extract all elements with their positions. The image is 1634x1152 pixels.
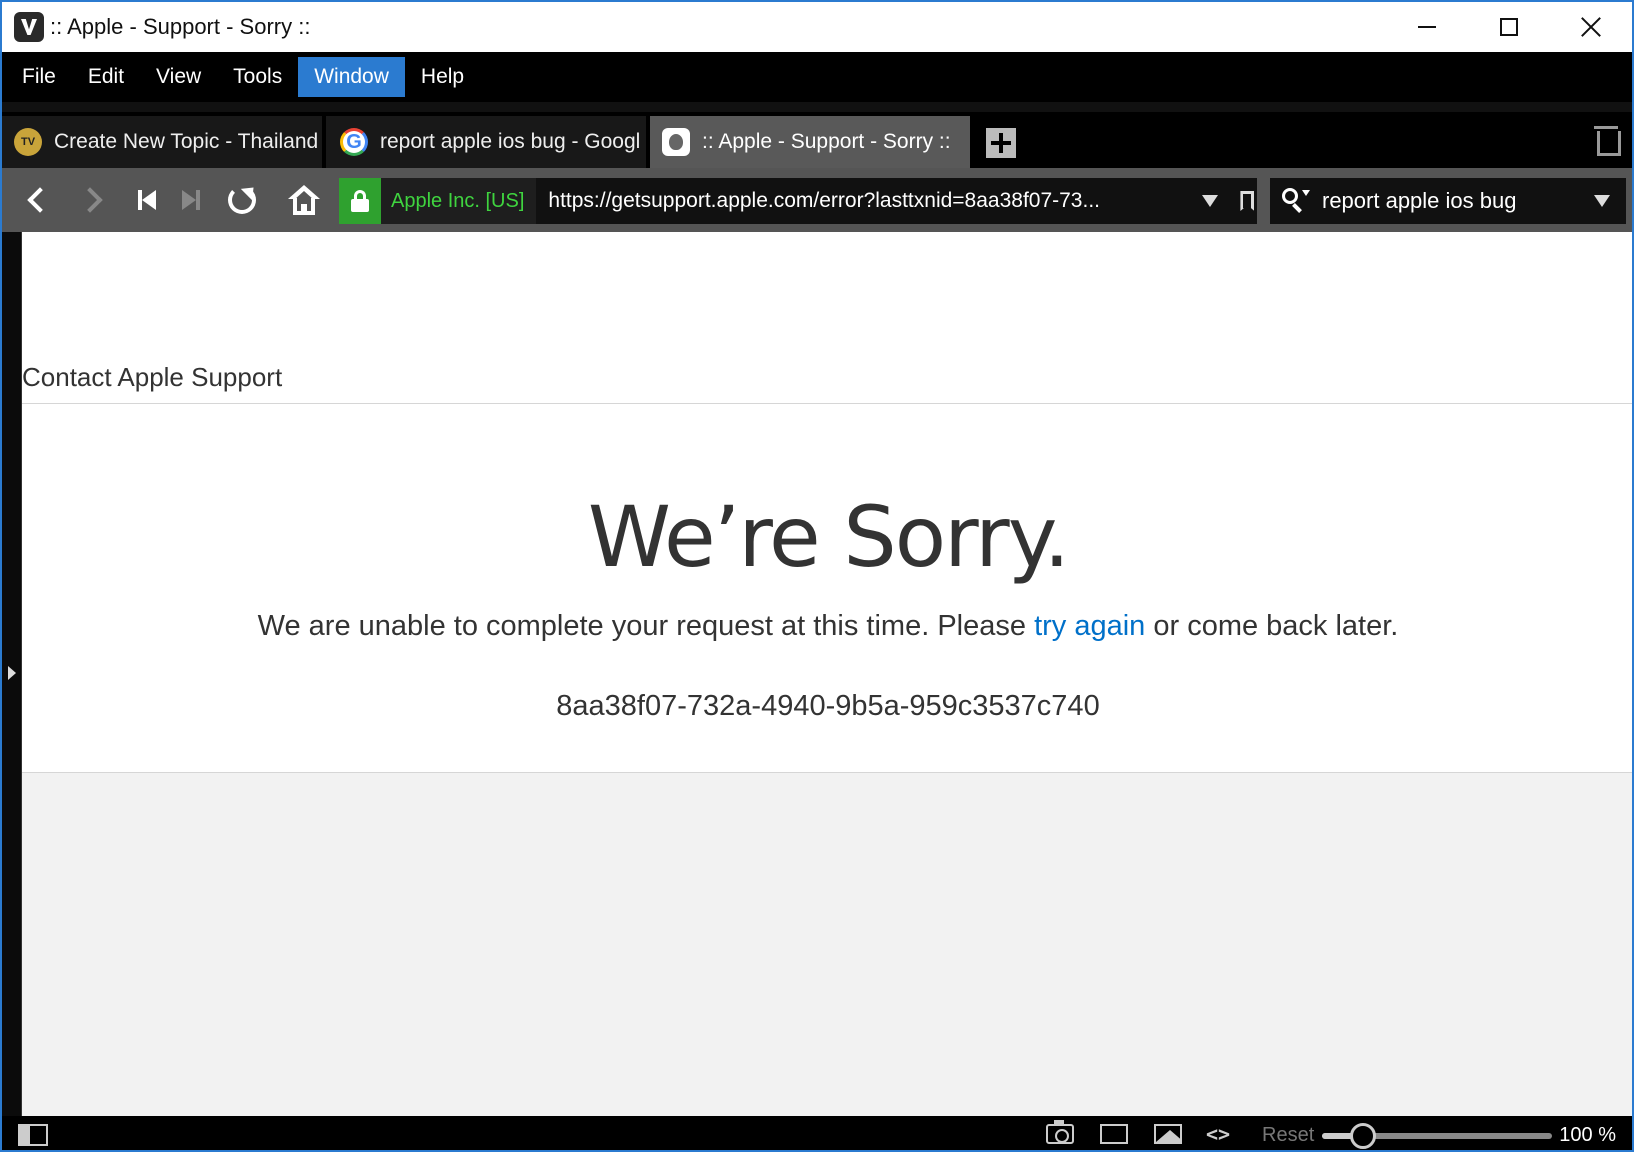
vivaldi-logo-icon[interactable] xyxy=(14,12,44,42)
search-input[interactable]: report apple ios bug xyxy=(1322,188,1594,214)
fast-forward-button[interactable] xyxy=(168,178,212,222)
minimize-button[interactable] xyxy=(1386,2,1468,52)
menu-file[interactable]: File xyxy=(6,57,72,97)
tab-label: :: Apple - Support - Sorry :: xyxy=(702,130,951,153)
tab-label: report apple ios bug - Googl xyxy=(380,130,641,153)
home-icon xyxy=(288,185,320,215)
reload-button[interactable] xyxy=(220,178,264,222)
close-button[interactable] xyxy=(1550,2,1632,52)
site-identity-badge[interactable]: Apple Inc. [US] xyxy=(339,178,537,224)
url-input[interactable]: https://getsupport.apple.com/error?lastt… xyxy=(548,189,1188,213)
rewind-button[interactable] xyxy=(126,178,170,222)
tab-google-search[interactable]: G report apple ios bug - Googl xyxy=(326,116,646,168)
menu-help[interactable]: Help xyxy=(405,57,480,97)
page-footer-area xyxy=(22,772,1632,1116)
maximize-icon xyxy=(1500,18,1518,36)
lock-icon xyxy=(339,178,381,224)
url-history-dropdown-icon[interactable] xyxy=(1202,195,1219,207)
address-bar[interactable]: Apple Inc. [US] https://getsupport.apple… xyxy=(339,178,1257,224)
side-panel-strip xyxy=(2,232,22,1116)
tab-bar: TV Create New Topic - Thailand G report … xyxy=(2,112,1632,168)
side-panel-expand-icon[interactable] xyxy=(8,666,16,680)
trash-icon[interactable] xyxy=(1594,124,1621,156)
search-dropdown-icon[interactable] xyxy=(1594,195,1610,207)
zoom-reset-button[interactable]: Reset xyxy=(1262,1124,1314,1147)
menu-window[interactable]: Window xyxy=(298,57,405,97)
panel-toggle-icon[interactable] xyxy=(18,1124,48,1146)
camera-icon[interactable] xyxy=(1046,1120,1074,1144)
maximize-button[interactable] xyxy=(1468,2,1550,52)
error-message: We are unable to complete your request a… xyxy=(22,610,1632,643)
message-text-after: or come back later. xyxy=(1145,610,1399,642)
apple-favicon-icon xyxy=(662,128,690,156)
thaivisa-favicon-icon: TV xyxy=(14,128,42,156)
window-title: :: Apple - Support - Sorry :: xyxy=(50,14,311,39)
title-bar: :: Apple - Support - Sorry :: xyxy=(2,2,1632,52)
reload-icon xyxy=(228,186,256,214)
chevron-left-icon xyxy=(27,187,53,213)
bookmark-icon[interactable] xyxy=(1240,191,1255,211)
menu-bar: File Edit View Tools Window Help xyxy=(2,52,1632,102)
search-engine-icon[interactable] xyxy=(1282,188,1310,214)
forward-button[interactable] xyxy=(72,178,116,222)
skip-forward-icon xyxy=(180,190,200,210)
error-reference-code: 8aa38f07-732a-4940-9b5a-959c3537c740 xyxy=(556,690,1100,722)
tile-window-icon[interactable] xyxy=(1100,1124,1128,1144)
page-title: We’re Sorry. xyxy=(587,488,1070,586)
close-icon xyxy=(1580,16,1602,38)
tab-apple-support[interactable]: :: Apple - Support - Sorry :: xyxy=(650,116,970,168)
zoom-slider[interactable] xyxy=(1322,1123,1552,1149)
tab-create-new-topic[interactable]: TV Create New Topic - Thailand xyxy=(2,116,322,168)
browser-window: :: Apple - Support - Sorry :: File Edit … xyxy=(0,0,1634,1152)
skip-back-icon xyxy=(138,190,158,210)
security-label: Apple Inc. [US] xyxy=(391,189,525,212)
window-controls xyxy=(1386,2,1632,52)
page-actions-code-icon[interactable]: <> xyxy=(1206,1122,1230,1146)
message-text-before: We are unable to complete your request a… xyxy=(257,610,1035,642)
status-bar: <> Reset 100 % xyxy=(2,1116,1632,1150)
image-icon[interactable] xyxy=(1154,1124,1182,1144)
try-again-link[interactable]: try again xyxy=(1034,610,1145,642)
home-button[interactable] xyxy=(282,178,326,222)
zoom-slider-thumb[interactable] xyxy=(1350,1123,1377,1149)
menu-edit[interactable]: Edit xyxy=(72,57,140,97)
tab-label: Create New Topic - Thailand xyxy=(54,130,319,153)
contact-apple-support-heading[interactable]: Contact Apple Support xyxy=(22,362,282,393)
zoom-level: 100 % xyxy=(1559,1124,1616,1146)
new-tab-plus-icon[interactable] xyxy=(986,128,1016,158)
google-favicon-icon: G xyxy=(340,128,368,156)
menu-view[interactable]: View xyxy=(140,57,217,97)
chevron-right-icon xyxy=(77,187,103,213)
page-content: Contact Apple Support We’re Sorry. We ar… xyxy=(22,232,1632,1116)
minimize-icon xyxy=(1418,26,1436,28)
menu-tools[interactable]: Tools xyxy=(217,57,298,97)
back-button[interactable] xyxy=(14,178,58,222)
search-field[interactable]: report apple ios bug xyxy=(1270,178,1626,224)
header-divider xyxy=(22,403,1632,404)
